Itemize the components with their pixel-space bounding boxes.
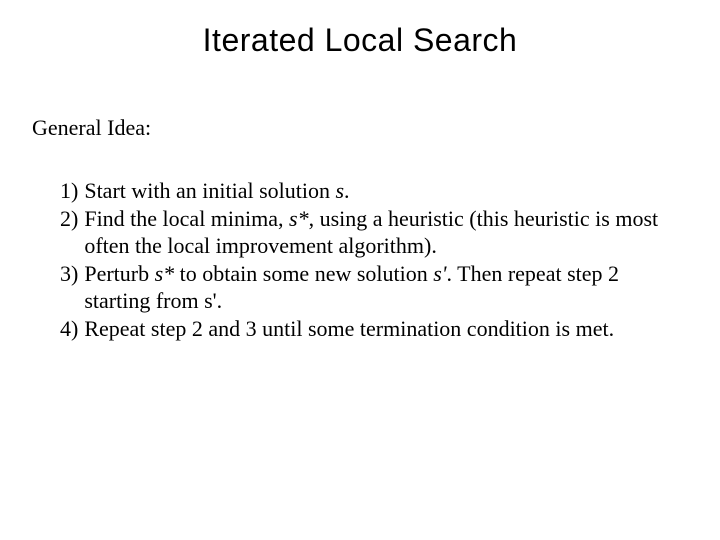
section-heading: General Idea:	[32, 115, 720, 141]
text-mid: to obtain some new solution	[174, 261, 433, 286]
step-number: 4)	[60, 315, 84, 343]
step-number: 3)	[60, 260, 84, 315]
step-item: 4) Repeat step 2 and 3 until some termin…	[60, 315, 672, 343]
step-item: 2) Find the local minima, s*, using a he…	[60, 205, 672, 260]
text-post: .	[344, 178, 350, 203]
step-item: 1) Start with an initial solution s.	[60, 177, 672, 205]
step-text: Repeat step 2 and 3 until some terminati…	[84, 315, 672, 343]
step-text: Perturb s* to obtain some new solution s…	[84, 260, 672, 315]
step-text: Start with an initial solution s.	[84, 177, 672, 205]
step-item: 3) Perturb s* to obtain some new solutio…	[60, 260, 672, 315]
variable: s*	[289, 206, 309, 231]
step-text: Find the local minima, s*, using a heuri…	[84, 205, 672, 260]
steps-list: 1) Start with an initial solution s. 2) …	[60, 177, 672, 342]
text-pre: Perturb	[84, 261, 154, 286]
step-number: 2)	[60, 205, 84, 260]
variable: s	[335, 178, 344, 203]
step-number: 1)	[60, 177, 84, 205]
slide-title: Iterated Local Search	[0, 0, 720, 67]
variable: s'	[433, 261, 446, 286]
text-pre: Start with an initial solution	[84, 178, 335, 203]
text-pre: Find the local minima,	[84, 206, 289, 231]
variable: s*	[155, 261, 175, 286]
text-pre: Repeat step 2 and 3 until some terminati…	[84, 316, 614, 341]
